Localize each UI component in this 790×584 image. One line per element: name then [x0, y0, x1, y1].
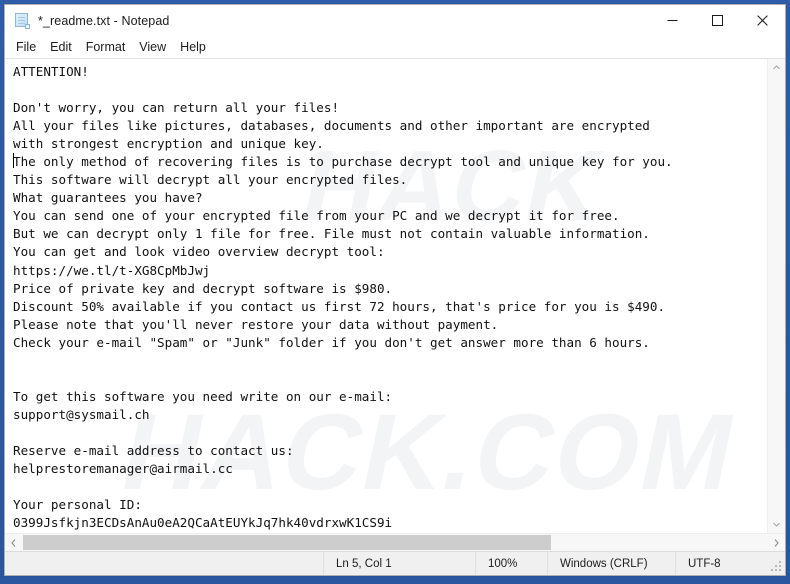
maximize-button[interactable] — [695, 5, 740, 36]
menu-item-format[interactable]: Format — [79, 38, 133, 57]
editor-region: HACK HACK.COM ATTENTION! Don't worry, yo… — [5, 58, 785, 551]
scroll-down-button[interactable] — [768, 516, 785, 533]
window-title: *_readme.txt - Notepad — [38, 13, 170, 28]
minimize-icon — [667, 20, 678, 21]
scroll-right-button[interactable] — [768, 534, 785, 551]
scroll-up-button[interactable] — [768, 59, 785, 76]
status-zoom-level[interactable]: 100% — [475, 552, 547, 575]
close-icon — [757, 15, 768, 26]
scroll-left-button[interactable] — [5, 534, 22, 551]
ransom-note-text[interactable]: ATTENTION! Don't worry, you can return a… — [5, 59, 767, 532]
title-bar[interactable]: *_readme.txt - Notepad — [5, 5, 785, 36]
menu-item-file[interactable]: File — [14, 38, 43, 57]
notepad-window: *_readme.txt - Notepad File Edit Format … — [4, 4, 786, 576]
menu-item-help[interactable]: Help — [173, 38, 213, 57]
horizontal-scrollbar[interactable] — [5, 533, 785, 551]
status-cursor-position: Ln 5, Col 1 — [323, 552, 475, 575]
notepad-document-icon — [14, 12, 31, 29]
close-button[interactable] — [740, 5, 785, 36]
chevron-right-icon — [774, 538, 779, 547]
vertical-scrollbar[interactable] — [767, 59, 785, 533]
chevron-left-icon — [11, 538, 16, 547]
status-encoding: UTF-8 — [675, 552, 785, 575]
menu-item-edit[interactable]: Edit — [43, 38, 79, 57]
window-controls — [650, 5, 785, 36]
status-bar: Ln 5, Col 1 100% Windows (CRLF) UTF-8 — [5, 551, 785, 575]
status-line-endings: Windows (CRLF) — [547, 552, 675, 575]
menu-bar: File Edit Format View Help — [5, 36, 785, 58]
resize-grip-icon[interactable] — [771, 561, 782, 572]
chevron-up-icon — [773, 65, 780, 70]
menu-item-view[interactable]: View — [132, 38, 173, 57]
title-bar-left: *_readme.txt - Notepad — [5, 12, 650, 29]
desktop-background: *_readme.txt - Notepad File Edit Format … — [0, 0, 790, 584]
maximize-icon — [712, 15, 723, 26]
editor-row: HACK HACK.COM ATTENTION! Don't worry, yo… — [5, 59, 785, 533]
horizontal-scroll-thumb[interactable] — [23, 535, 551, 550]
text-editor-area[interactable]: HACK HACK.COM ATTENTION! Don't worry, yo… — [5, 59, 767, 533]
chevron-down-icon — [773, 522, 780, 527]
status-bar-spacer — [5, 552, 323, 575]
minimize-button[interactable] — [650, 5, 695, 36]
